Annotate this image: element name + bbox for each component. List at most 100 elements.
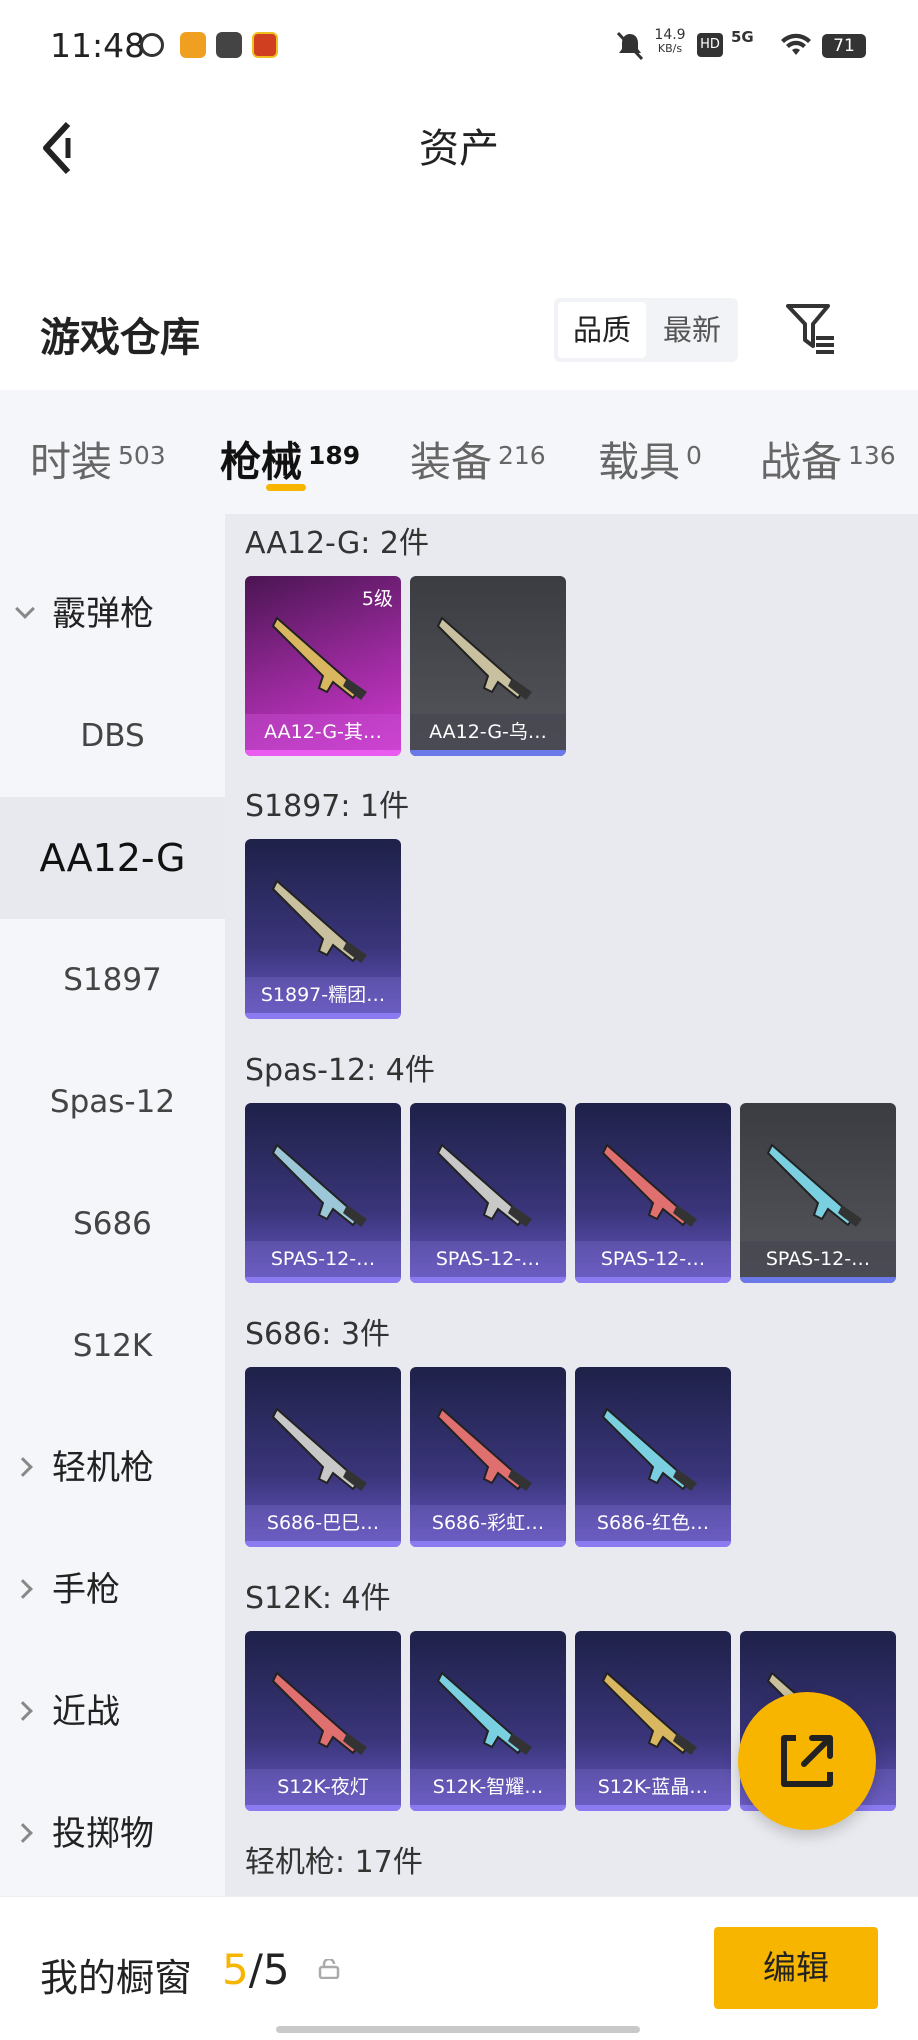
weapon-image — [271, 1407, 367, 1491]
weapon-image — [436, 1407, 532, 1491]
sidebar-item-dbs[interactable]: DBS — [0, 675, 225, 797]
weapon-name: S686-红色… — [575, 1505, 731, 1541]
chevron-down-icon — [15, 599, 35, 619]
rarity-bar — [575, 1277, 731, 1283]
rarity-bar — [245, 1541, 401, 1547]
weapon-card[interactable]: SPAS-12-… — [740, 1103, 896, 1283]
share-button[interactable] — [738, 1692, 876, 1830]
filter-list-icon[interactable] — [786, 302, 838, 354]
weapon-card[interactable]: SPAS-12-… — [575, 1103, 731, 1283]
group-title: S12K: 4件 — [245, 1581, 391, 1616]
rarity-bar — [245, 1805, 401, 1811]
tab-firearms[interactable]: 枪械 189 — [220, 428, 360, 488]
weapon-image — [601, 1143, 697, 1227]
showcase-bar: 我的橱窗 5/5 编辑 — [0, 1896, 918, 2040]
weapon-name: AA12-G-其… — [245, 714, 401, 750]
weapon-image — [271, 1671, 367, 1755]
sort-toggle: 品质 最新 — [554, 298, 738, 362]
weapon-name: S1897-糯团… — [245, 977, 401, 1013]
weapon-card[interactable]: S12K-蓝晶… — [575, 1631, 731, 1811]
tab-vehicles[interactable]: 载具 0 — [598, 428, 702, 488]
tab-equipment[interactable]: 装备 216 — [410, 428, 546, 488]
weapon-name: SPAS-12-… — [740, 1241, 896, 1277]
weapon-name: S686-彩虹… — [410, 1505, 566, 1541]
weapon-card[interactable]: AA12-G-乌… — [410, 576, 566, 756]
weapon-card[interactable]: SPAS-12-… — [245, 1103, 401, 1283]
weapon-image — [601, 1407, 697, 1491]
rarity-bar — [245, 1013, 401, 1019]
sidebar-item-spas12[interactable]: Spas-12 — [0, 1041, 225, 1163]
weapon-image — [436, 1143, 532, 1227]
rarity-bar — [740, 1277, 896, 1283]
group-title: 轻机枪: 17件 — [245, 1845, 423, 1880]
weapon-card[interactable]: S12K-夜灯 — [245, 1631, 401, 1811]
weapon-card[interactable]: 5级 AA12-G-其… — [245, 576, 401, 756]
rarity-bar — [245, 750, 401, 756]
sidebar-item-aa12g[interactable]: AA12-G — [0, 797, 225, 919]
sidebar-item-s12k[interactable]: S12K — [0, 1285, 225, 1407]
weapon-image — [601, 1671, 697, 1755]
weapon-name: SPAS-12-… — [245, 1241, 401, 1277]
lock-icon — [318, 1959, 340, 1979]
category-tabs: 时装 503 枪械 189 装备 216 载具 0 战备 136 — [0, 390, 918, 514]
page-title: 资产 — [419, 126, 499, 172]
sort-latest-button[interactable]: 最新 — [648, 302, 736, 358]
weapon-name: S12K-夜灯 — [245, 1769, 401, 1805]
weapon-sidebar: 霰弹枪 DBS AA12-G S1897 Spas-12 S686 S12K 轻… — [0, 514, 225, 1896]
rarity-bar — [410, 750, 566, 756]
rarity-bar — [575, 1541, 731, 1547]
group-title: S1897: 1件 — [245, 789, 410, 824]
weapon-name: AA12-G-乌… — [410, 714, 566, 750]
weapon-card[interactable]: SPAS-12-… — [410, 1103, 566, 1283]
group-title: Spas-12: 4件 — [245, 1053, 435, 1088]
rarity-bar — [245, 1277, 401, 1283]
weapon-name: S686-巴巳… — [245, 1505, 401, 1541]
weapon-grid: AA12-G: 2件 5级 AA12-G-其… AA12-G-乌… S1897: 1件 S… — [225, 514, 918, 1896]
signal-5g-icon: 5G — [731, 28, 754, 46]
sidebar-item-pistol[interactable]: 手枪 — [0, 1529, 225, 1651]
sort-quality-button[interactable]: 品质 — [558, 302, 646, 358]
warehouse-title: 游戏仓库 — [40, 315, 200, 361]
weapon-name: S12K-蓝晶… — [575, 1769, 731, 1805]
weapon-image — [436, 1671, 532, 1755]
level-badge: 5级 — [361, 588, 393, 610]
game-app-icon — [252, 32, 278, 58]
weapon-image — [271, 616, 367, 700]
chevron-right-icon — [13, 1701, 33, 1721]
weapon-image — [271, 1143, 367, 1227]
app-notification-icon — [180, 32, 206, 58]
weapon-name: SPAS-12-… — [410, 1241, 566, 1277]
sidebar-item-s1897[interactable]: S1897 — [0, 919, 225, 1041]
chevron-right-icon — [13, 1457, 33, 1477]
chevron-right-icon — [13, 1579, 33, 1599]
mail-icon — [216, 32, 242, 58]
wifi-icon — [781, 33, 811, 55]
rarity-bar — [410, 1805, 566, 1811]
edit-button[interactable]: 编辑 — [714, 1927, 878, 2009]
hd-icon: HD — [697, 33, 723, 57]
group-title: S686: 3件 — [245, 1317, 391, 1352]
sidebar-item-shotgun[interactable]: 霰弹枪 — [0, 553, 225, 675]
weapon-card[interactable]: S686-巴巳… — [245, 1367, 401, 1547]
weapon-card[interactable]: S686-红色… — [575, 1367, 731, 1547]
group-title: AA12-G: 2件 — [245, 526, 429, 561]
mute-bell-icon — [616, 31, 644, 61]
rarity-bar — [410, 1541, 566, 1547]
rarity-bar — [410, 1277, 566, 1283]
sidebar-item-lmg[interactable]: 轻机枪 — [0, 1407, 225, 1529]
sidebar-item-s686[interactable]: S686 — [0, 1163, 225, 1285]
battery-icon: 71 — [822, 34, 866, 58]
status-time: 11:48 — [50, 26, 146, 65]
net-speed: 14.9 KB/s — [654, 27, 686, 55]
sidebar-item-throwable[interactable]: 投掷物 — [0, 1773, 225, 1895]
tab-gear[interactable]: 战备 136 — [760, 428, 896, 488]
weapon-card[interactable]: S12K-智耀… — [410, 1631, 566, 1811]
active-tab-indicator — [266, 484, 306, 491]
weapon-card[interactable]: S686-彩虹… — [410, 1367, 566, 1547]
sidebar-item-melee[interactable]: 近战 — [0, 1651, 225, 1773]
share-external-icon — [781, 1735, 833, 1787]
tab-fashion[interactable]: 时装 503 — [30, 428, 166, 488]
rarity-bar — [575, 1805, 731, 1811]
weapon-card[interactable]: S1897-糯团… — [245, 839, 401, 1019]
weapon-name: S12K-智耀… — [410, 1769, 566, 1805]
